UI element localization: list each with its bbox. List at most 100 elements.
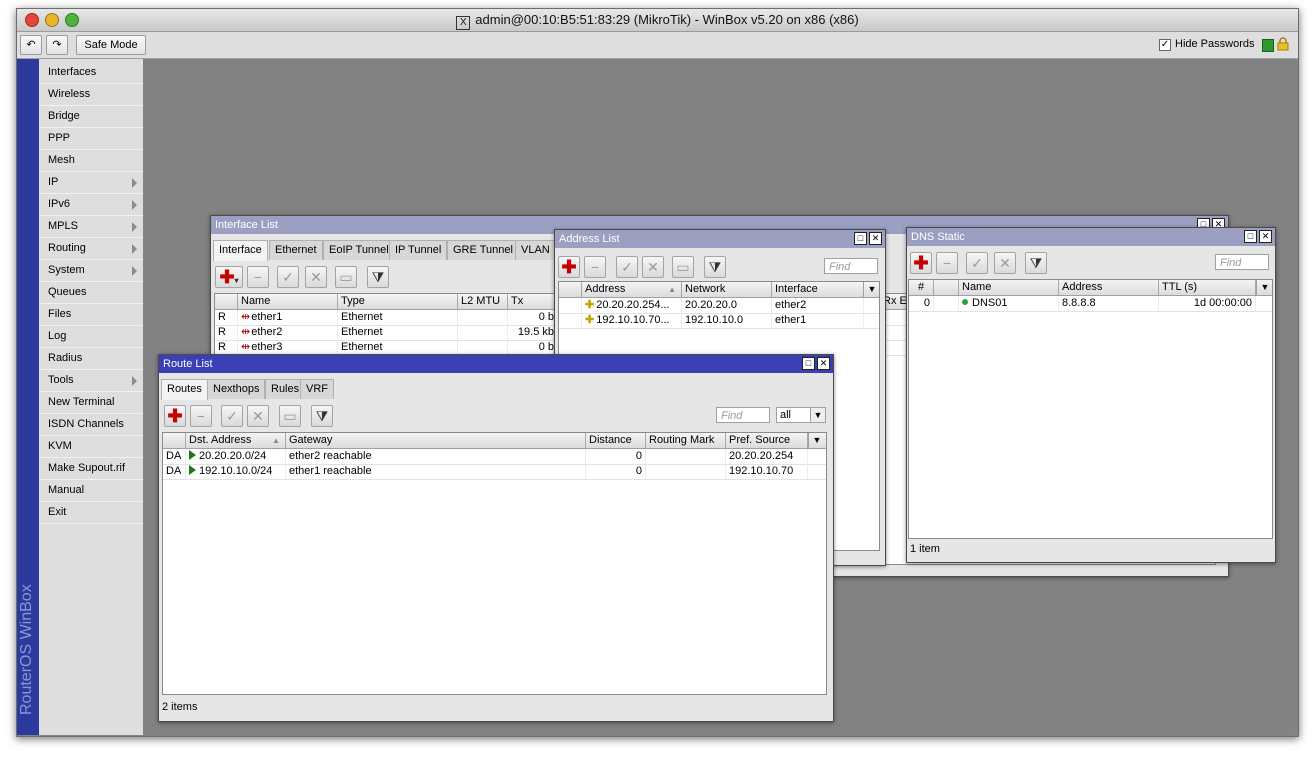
safe-mode-button[interactable]: Safe Mode — [76, 35, 146, 55]
filter-button[interactable]: ⧩ — [1025, 252, 1047, 274]
tab-interface[interactable]: Interface — [213, 240, 268, 261]
tab-ip-tunnel[interactable]: IP Tunnel — [389, 240, 448, 260]
menu-item-mpls[interactable]: MPLS — [39, 216, 143, 238]
maximize-button[interactable]: □ — [1244, 230, 1257, 243]
close-button[interactable]: ✕ — [817, 357, 830, 370]
tab-vrf[interactable]: VRF — [300, 379, 334, 399]
menu-item-files[interactable]: Files — [39, 304, 143, 326]
enable-button[interactable]: ✓ — [966, 252, 988, 274]
col-interface[interactable]: Interface — [772, 282, 864, 297]
remove-button[interactable]: − — [247, 266, 269, 288]
table-row[interactable]: ✚ 20.20.20.254... 20.20.20.0 ether2 — [559, 298, 879, 314]
table-row[interactable]: DA 192.10.10.0/24 ether1 reachable 0 192.10.… — [163, 464, 826, 480]
menu-item-manual[interactable]: Manual — [39, 480, 143, 502]
maximize-button[interactable]: □ — [802, 357, 815, 370]
table-row[interactable]: ✚ 192.10.10.70... 192.10.10.0 ether1 — [559, 313, 879, 329]
tab-nexthops[interactable]: Nexthops — [207, 379, 266, 399]
menu-item-log[interactable]: Log — [39, 326, 143, 348]
disable-button[interactable]: ✕ — [247, 405, 269, 427]
dns-static-titlebar[interactable]: DNS Static — [907, 228, 1275, 246]
menu-item-make-supout-rif[interactable]: Make Supout.rif — [39, 458, 143, 480]
col-number[interactable]: # — [909, 280, 934, 295]
address-list-titlebar[interactable]: Address List — [555, 230, 885, 248]
col-address[interactable]: Address ▲ — [582, 282, 682, 297]
menu-item-isdn-channels[interactable]: ISDN Channels — [39, 414, 143, 436]
lock-icon — [1277, 37, 1289, 51]
menu-item-routing[interactable]: Routing — [39, 238, 143, 260]
col-name[interactable]: Name — [238, 294, 338, 309]
menu-item-exit[interactable]: Exit — [39, 502, 143, 524]
add-button[interactable]: ✚ — [558, 256, 580, 278]
maximize-button[interactable]: □ — [854, 232, 867, 245]
route-list-titlebar[interactable]: Route List — [159, 355, 833, 373]
comment-button[interactable]: ▭ — [335, 266, 357, 288]
hide-passwords-checkbox[interactable]: ✓ — [1159, 39, 1171, 51]
disable-button[interactable]: ✕ — [642, 256, 664, 278]
col-gateway[interactable]: Gateway — [286, 433, 586, 448]
col-type[interactable]: Type — [338, 294, 458, 309]
tab-vlan[interactable]: VLAN — [515, 240, 556, 260]
col-name[interactable]: Name — [959, 280, 1059, 295]
menu-item-ipv6[interactable]: IPv6 — [39, 194, 143, 216]
column-menu-button[interactable]: ▼ — [1256, 280, 1273, 295]
table-row[interactable]: 0 DNS01 8.8.8.8 1d 00:00:00 — [909, 296, 1272, 312]
col-distance[interactable]: Distance — [586, 433, 646, 448]
remove-button[interactable]: − — [936, 252, 958, 274]
resize-grip[interactable] — [1284, 722, 1296, 734]
filter-button[interactable]: ⧩ — [704, 256, 726, 278]
find-input[interactable]: Find — [1215, 254, 1269, 270]
col-ttl[interactable]: TTL (s) — [1159, 280, 1256, 295]
menu-item-tools[interactable]: Tools — [39, 370, 143, 392]
column-menu-button[interactable]: ▼ — [863, 282, 880, 297]
find-input[interactable]: Find — [716, 407, 770, 423]
redo-button[interactable]: ↷ — [46, 35, 68, 55]
comment-button[interactable]: ▭ — [672, 256, 694, 278]
tab-eoip-tunnel[interactable]: EoIP Tunnel — [323, 240, 395, 260]
menu-item-wireless[interactable]: Wireless — [39, 84, 143, 106]
menu-item-new-terminal[interactable]: New Terminal — [39, 392, 143, 414]
tab-gre-tunnel[interactable]: GRE Tunnel — [447, 240, 519, 260]
remove-button[interactable]: − — [190, 405, 212, 427]
col-tx[interactable]: Tx — [508, 294, 558, 309]
menu-item-radius[interactable]: Radius — [39, 348, 143, 370]
menu-item-interfaces[interactable]: Interfaces — [39, 62, 143, 84]
menu-item-ppp[interactable]: PPP — [39, 128, 143, 150]
disable-button[interactable]: ✕ — [305, 266, 327, 288]
menu-item-ip[interactable]: IP — [39, 172, 143, 194]
title-bar[interactable]: Xadmin@00:10:B5:51:83:29 (MikroTik) - Wi… — [17, 9, 1298, 32]
add-button[interactable]: ✚ — [910, 252, 932, 274]
col-routing-mark[interactable]: Routing Mark — [646, 433, 726, 448]
comment-button[interactable]: ▭ — [279, 405, 301, 427]
menu-item-queues[interactable]: Queues — [39, 282, 143, 304]
menu-item-kvm[interactable]: KVM — [39, 436, 143, 458]
col-dst-address[interactable]: Dst. Address ▲ — [186, 433, 286, 448]
menu-item-system[interactable]: System — [39, 260, 143, 282]
col-network[interactable]: Network — [682, 282, 772, 297]
table-row[interactable]: DA 20.20.20.0/24 ether2 reachable 0 20.20.20… — [163, 449, 826, 465]
enable-button[interactable]: ✓ — [221, 405, 243, 427]
cell-distance-text: 0 — [635, 465, 642, 477]
enable-button[interactable]: ✓ — [277, 266, 299, 288]
disable-button[interactable]: ✕ — [994, 252, 1016, 274]
undo-button[interactable]: ↶ — [20, 35, 42, 55]
col-address[interactable]: Address — [1059, 280, 1159, 295]
remove-button[interactable]: − — [584, 256, 606, 278]
menu-item-mesh[interactable]: Mesh — [39, 150, 143, 172]
filter-select[interactable]: all ▼ — [776, 407, 826, 423]
find-input[interactable]: Find — [824, 258, 878, 274]
col-l2mtu[interactable]: L2 MTU — [458, 294, 508, 309]
close-button[interactable]: ✕ — [869, 232, 882, 245]
tab-routes[interactable]: Routes — [161, 379, 208, 400]
menu-item-bridge[interactable]: Bridge — [39, 106, 143, 128]
add-button[interactable]: ✚▾ — [215, 266, 243, 288]
enable-button[interactable]: ✓ — [616, 256, 638, 278]
tab-ethernet[interactable]: Ethernet — [269, 240, 323, 260]
col-pref-source[interactable]: Pref. Source — [726, 433, 808, 448]
add-button[interactable]: ✚ — [164, 405, 186, 427]
column-menu-button[interactable]: ▼ — [808, 433, 825, 448]
close-button[interactable]: ✕ — [1259, 230, 1272, 243]
filter-button[interactable]: ⧩ — [311, 405, 333, 427]
col-flag — [215, 294, 238, 309]
filter-button[interactable]: ⧩ — [367, 266, 389, 288]
chevron-down-icon[interactable]: ▼ — [810, 408, 825, 422]
